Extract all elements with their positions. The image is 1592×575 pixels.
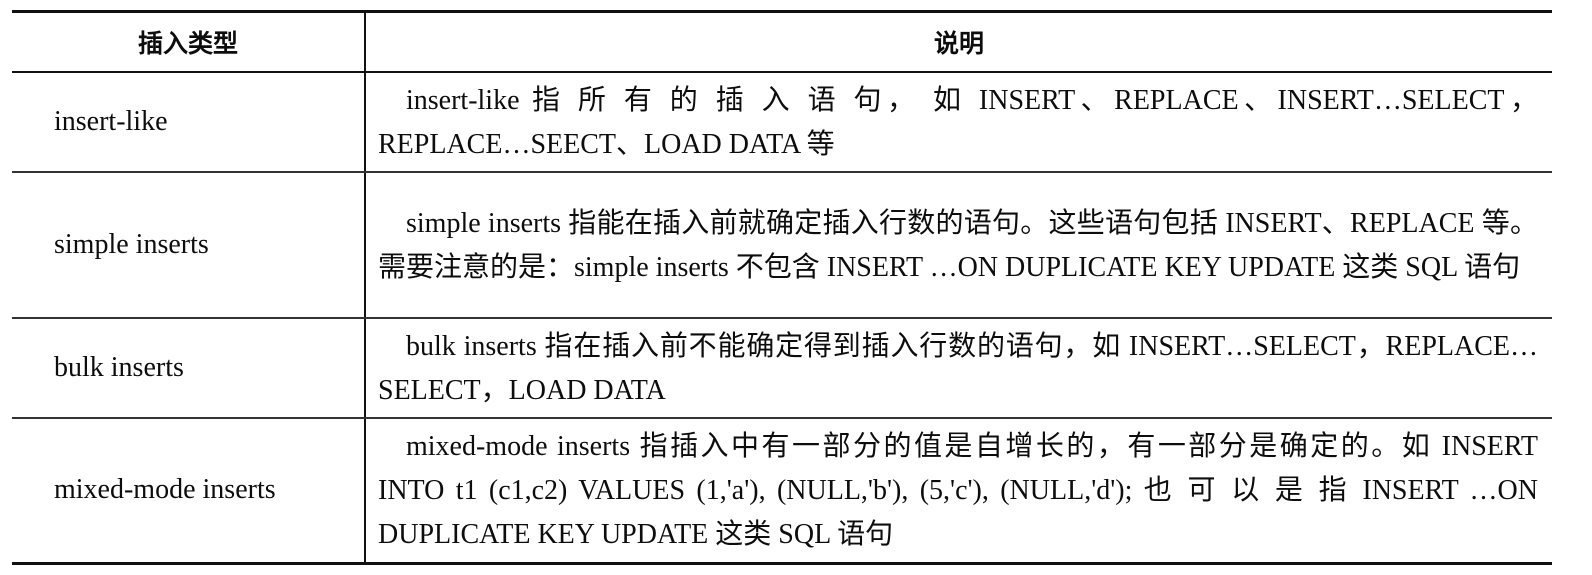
description-cell: mixed-mode inserts 指插入中有一部分的值是自增长的，有一部分是… <box>365 417 1552 565</box>
description-cell: simple inserts 指能在插入前就确定插入行数的语句。这些语句包括 I… <box>365 171 1552 319</box>
insert-types-table: 插入类型 说明 insert-like insert-like 指 所 有 的 … <box>12 10 1552 565</box>
header-insert-type: 插入类型 <box>12 10 366 73</box>
insert-types-table-container: 插入类型 说明 insert-like insert-like 指 所 有 的 … <box>12 10 1552 565</box>
table-row: simple inserts simple inserts 指能在插入前就确定插… <box>12 171 1552 319</box>
description-cell: bulk inserts 指在插入前不能确定得到插入行数的语句，如 INSERT… <box>365 317 1552 419</box>
insert-type-cell: simple inserts <box>12 171 366 319</box>
header-description: 说明 <box>365 10 1552 73</box>
insert-type-cell: insert-like <box>12 71 366 173</box>
insert-type-cell: bulk inserts <box>12 317 366 419</box>
table-header: 插入类型 说明 <box>12 10 1552 73</box>
table-body: insert-like insert-like 指 所 有 的 插 入 语 句，… <box>12 71 1552 565</box>
header-row: 插入类型 说明 <box>12 10 1552 73</box>
table-row: mixed-mode inserts mixed-mode inserts 指插… <box>12 417 1552 565</box>
insert-type-cell: mixed-mode inserts <box>12 417 366 565</box>
table-row: bulk inserts bulk inserts 指在插入前不能确定得到插入行… <box>12 317 1552 419</box>
table-row: insert-like insert-like 指 所 有 的 插 入 语 句，… <box>12 71 1552 173</box>
description-cell: insert-like 指 所 有 的 插 入 语 句， 如 INSERT、RE… <box>365 71 1552 173</box>
